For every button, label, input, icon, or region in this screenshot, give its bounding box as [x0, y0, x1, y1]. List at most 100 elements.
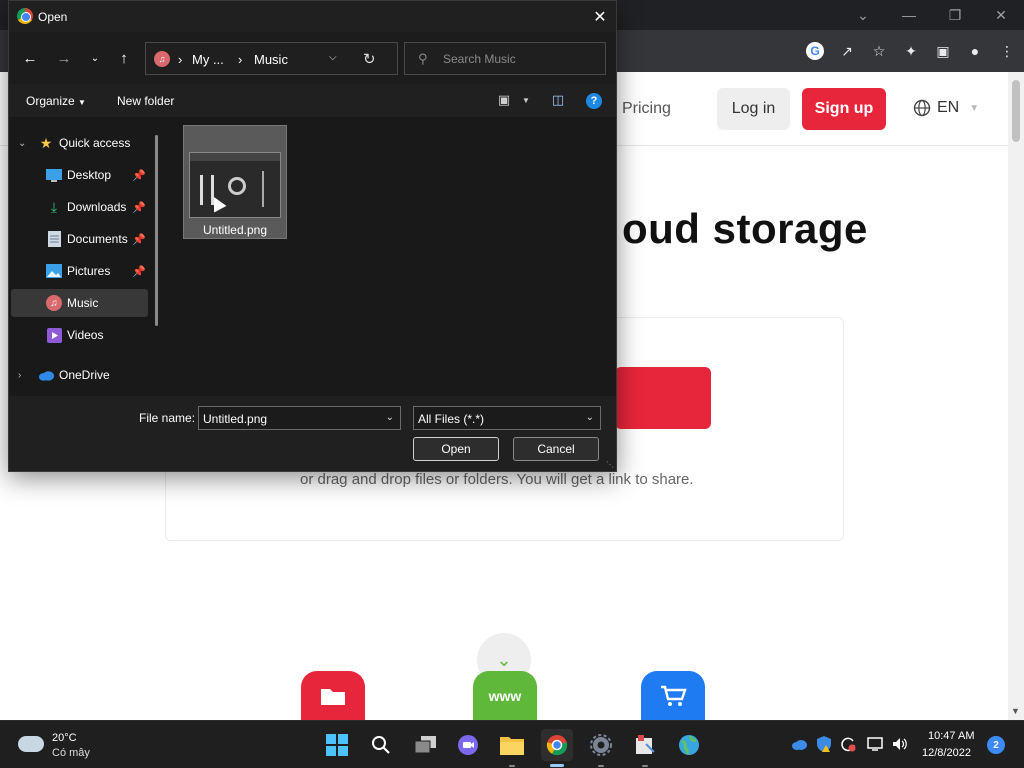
login-button[interactable]: Log in [717, 88, 790, 130]
restore-icon[interactable]: ❐ [932, 0, 978, 30]
cloud-icon [38, 367, 54, 383]
new-folder-button[interactable]: New folder [117, 94, 174, 108]
share-icon[interactable]: ↗ [838, 42, 856, 60]
chat-teams-icon[interactable] [452, 729, 484, 761]
document-icon [46, 231, 62, 247]
nav-item-quick-access[interactable]: ⌄ ★ Quick access [9, 129, 159, 157]
resize-grip-icon[interactable]: ⋱ [606, 460, 614, 469]
dialog-close-icon[interactable]: ✕ [584, 1, 616, 32]
music-icon: ♫ [46, 295, 62, 311]
nav-item-music[interactable]: ♫ Music [11, 289, 148, 317]
dialog-titlebar[interactable]: Open ✕ [9, 1, 616, 32]
up-arrow-icon[interactable]: ↑ [112, 46, 136, 70]
nav-item-desktop[interactable]: Desktop 📌 [9, 161, 159, 189]
file-item[interactable]: Untitled.png [183, 125, 287, 239]
tab-search-icon[interactable]: ⌄ [840, 0, 886, 30]
task-view-icon[interactable] [410, 729, 442, 761]
thumbnail-shape [228, 177, 246, 195]
pin-icon[interactable]: 📌 [132, 233, 146, 246]
window-controls: ⌄ — ❐ ✕ [840, 0, 1024, 30]
nav-item-pictures[interactable]: Pictures 📌 [9, 257, 159, 285]
clock-date[interactable]: 12/8/2022 [922, 747, 971, 759]
open-button[interactable]: Open [413, 437, 499, 461]
organize-button[interactable]: Organize ▼ [26, 94, 86, 108]
minimize-icon[interactable]: — [886, 0, 932, 30]
signup-button[interactable]: Sign up [802, 88, 886, 130]
search-box[interactable]: ⚲ [404, 42, 606, 75]
breadcrumb-segment[interactable]: My ... [192, 52, 224, 67]
google-icon[interactable]: G [806, 42, 824, 60]
refresh-icon[interactable]: ↻ [363, 50, 376, 68]
search-input[interactable] [443, 50, 598, 68]
volume-speaker-icon[interactable] [891, 735, 909, 753]
weather-condition: Có mây [52, 747, 90, 759]
recent-locations-chevron-icon[interactable]: ⌄ [83, 46, 107, 70]
videos-icon [46, 327, 62, 343]
sync-tray-icon[interactable] [839, 735, 857, 753]
security-warning-icon[interactable] [815, 735, 833, 753]
nav-item-videos[interactable]: Videos [9, 321, 159, 349]
notification-badge[interactable]: 2 [987, 736, 1005, 754]
preview-pane-icon[interactable]: ◫ [549, 91, 567, 109]
weather-widget[interactable]: 20°C Có mây [18, 730, 128, 762]
download-icon: ⤓ [50, 198, 58, 215]
breadcrumb-segment[interactable]: Music [254, 52, 288, 67]
search-taskbar-icon[interactable] [365, 729, 397, 761]
help-icon[interactable]: ? [586, 93, 602, 109]
onedrive-tray-icon[interactable] [790, 735, 808, 753]
scroll-down-arrow-icon[interactable]: ▼ [1011, 706, 1020, 716]
file-explorer-icon[interactable] [496, 729, 528, 761]
nav-item-onedrive[interactable]: › OneDrive [9, 361, 159, 389]
globe-icon [913, 99, 931, 117]
cancel-button[interactable]: Cancel [513, 437, 599, 461]
pin-icon[interactable]: 📌 [132, 201, 146, 214]
file-list-pane: Untitled.png [167, 117, 616, 396]
extensions-icon[interactable]: ✦ [902, 42, 920, 60]
file-type-select[interactable]: All Files (*.*) ⌄ [413, 406, 601, 430]
network-display-icon[interactable] [866, 735, 884, 753]
file-name-input[interactable]: Untitled.png ⌄ [198, 406, 401, 430]
view-options-caret-icon[interactable]: ▼ [517, 91, 535, 109]
language-selector[interactable]: EN ▼ [913, 99, 979, 117]
chevron-down-icon[interactable]: ⌄ [586, 412, 594, 423]
menu-kebab-icon[interactable]: ⋮ [998, 42, 1016, 60]
globe-app-icon[interactable] [673, 729, 705, 761]
nav-pricing-link[interactable]: Pricing [622, 100, 671, 118]
running-indicator [509, 765, 515, 767]
scrollbar-thumb[interactable] [1012, 80, 1020, 142]
close-icon[interactable]: ✕ [978, 0, 1024, 30]
upload-button[interactable] [615, 367, 711, 429]
page-scrollbar[interactable]: ▼ [1008, 72, 1024, 720]
open-file-dialog: Open ✕ ← → ⌄ ↑ ♫ › My ... › Music ⌵ ↻ ⚲ … [8, 0, 617, 472]
view-mode-icon[interactable]: ▣ [495, 91, 513, 109]
pin-icon[interactable]: 📌 [132, 265, 146, 278]
www-tile[interactable]: www [473, 671, 537, 721]
folder-tile-icon[interactable] [301, 671, 365, 721]
forward-arrow-icon[interactable]: → [52, 46, 76, 70]
nav-pane-scrollbar[interactable] [155, 135, 158, 326]
cart-tile-icon[interactable] [641, 671, 705, 721]
expand-chevron-icon[interactable]: ⌄ [18, 138, 26, 149]
start-windows-icon[interactable] [321, 729, 353, 761]
star-icon: ★ [39, 134, 53, 151]
settings-gear-icon[interactable] [585, 729, 617, 761]
address-dropdown-icon[interactable]: ⌵ [329, 52, 337, 63]
back-arrow-icon[interactable]: ← [18, 46, 42, 70]
nav-item-label: Documents [67, 232, 128, 246]
nav-item-documents[interactable]: Documents 📌 [9, 225, 159, 253]
chrome-taskbar-icon[interactable] [541, 729, 573, 761]
snipping-tool-icon[interactable] [629, 729, 661, 761]
nav-item-downloads[interactable]: ⤓ Downloads 📌 [9, 193, 159, 221]
file-type-value: All Files (*.*) [418, 412, 485, 426]
nav-item-label: Downloads [67, 200, 127, 214]
bookmark-star-icon[interactable]: ☆ [870, 42, 888, 60]
toolbar-icons: G ↗ ☆ ✦ ▣ ● ⋮ [806, 30, 1016, 72]
profile-icon[interactable]: ● [966, 42, 984, 60]
side-panel-icon[interactable]: ▣ [934, 42, 952, 60]
address-bar[interactable]: ♫ › My ... › Music ⌵ ↻ [145, 42, 398, 75]
pictures-icon [46, 263, 62, 279]
chevron-down-icon[interactable]: ⌄ [386, 412, 394, 423]
collapse-chevron-icon[interactable]: › [18, 370, 21, 381]
pin-icon[interactable]: 📌 [132, 169, 146, 182]
clock-time[interactable]: 10:47 AM [928, 730, 974, 742]
